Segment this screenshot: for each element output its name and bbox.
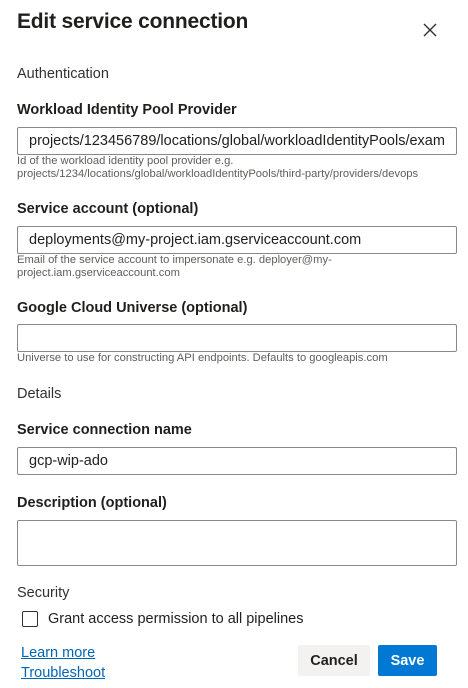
service-account-help: Email of the service account to imperson… bbox=[17, 254, 332, 279]
troubleshoot-link[interactable]: Troubleshoot bbox=[21, 665, 105, 681]
cancel-button[interactable]: Cancel bbox=[298, 645, 370, 676]
universe-input[interactable] bbox=[17, 324, 457, 352]
universe-label: Google Cloud Universe (optional) bbox=[17, 300, 248, 316]
provider-label: Workload Identity Pool Provider bbox=[17, 102, 237, 118]
section-security: Security bbox=[17, 585, 70, 601]
panel-title: Edit service connection bbox=[17, 10, 249, 33]
service-account-input[interactable] bbox=[17, 226, 457, 254]
section-details: Details bbox=[17, 386, 62, 402]
description-label: Description (optional) bbox=[17, 495, 167, 511]
description-textarea[interactable] bbox=[17, 520, 457, 566]
learn-more-link[interactable]: Learn more bbox=[21, 645, 95, 661]
provider-help: Id of the workload identity pool provide… bbox=[17, 155, 419, 180]
connection-name-input[interactable] bbox=[17, 447, 457, 475]
edit-service-connection-panel: Edit service connection Authentication W… bbox=[0, 0, 468, 688]
save-button[interactable]: Save bbox=[378, 645, 437, 676]
grant-access-checkbox[interactable] bbox=[22, 611, 38, 627]
section-authentication: Authentication bbox=[17, 66, 109, 82]
close-icon bbox=[423, 23, 437, 37]
connection-name-label: Service connection name bbox=[17, 422, 192, 438]
grant-access-label[interactable]: Grant access permission to all pipelines bbox=[48, 611, 303, 627]
provider-input[interactable] bbox=[17, 127, 457, 155]
service-account-label: Service account (optional) bbox=[17, 201, 199, 217]
close-button[interactable] bbox=[418, 18, 442, 42]
universe-help: Universe to use for constructing API end… bbox=[17, 352, 388, 364]
